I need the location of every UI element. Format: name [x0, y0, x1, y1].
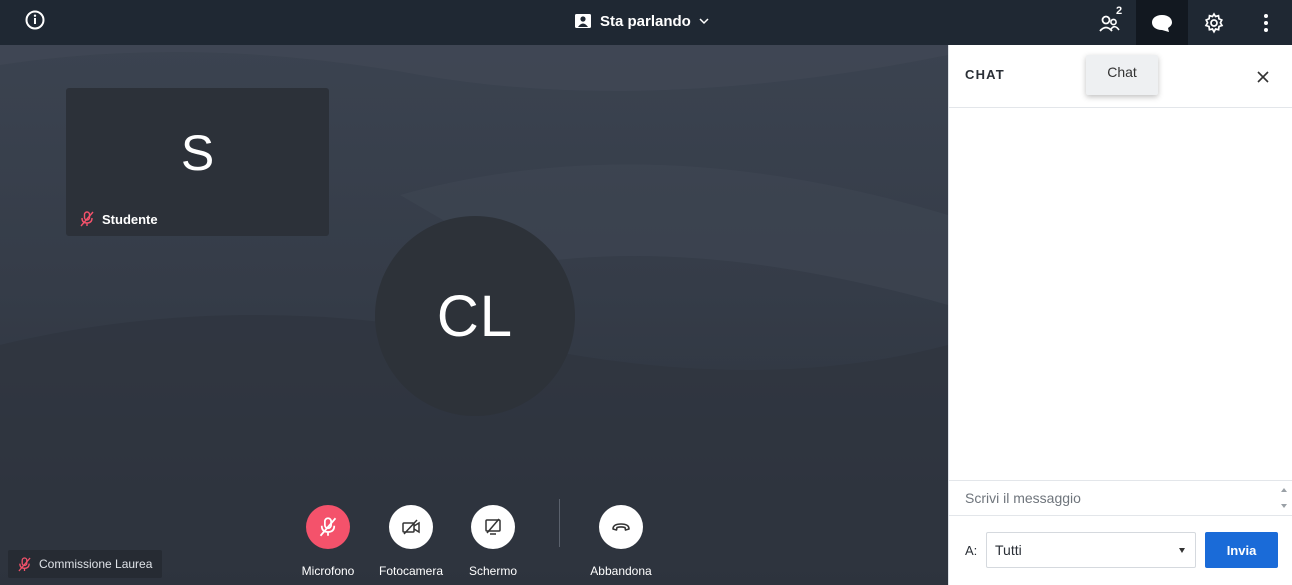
- local-participant-tile[interactable]: Commissione Laurea: [8, 550, 163, 578]
- layout-switch-button[interactable]: Sta parlando: [574, 10, 709, 32]
- info-circle-icon[interactable]: [24, 9, 46, 31]
- camera-circle: [389, 505, 433, 549]
- mic-off-icon: [80, 211, 94, 227]
- top-bar: Sta parlando 2: [0, 0, 1292, 55]
- camera-button[interactable]: Fotocamera: [366, 505, 456, 578]
- leave-button[interactable]: Abbandona: [576, 505, 666, 578]
- screen-share-circle: [471, 505, 515, 549]
- chat-toggle-button[interactable]: [1136, 0, 1188, 55]
- recipient-label: A:: [965, 543, 978, 558]
- screen-share-button[interactable]: Schermo: [448, 505, 538, 578]
- speaker-avatar: CL: [375, 216, 575, 416]
- remote-participant-label: Studente: [80, 211, 158, 227]
- remote-participant-tile[interactable]: S Studente: [66, 88, 329, 236]
- gear-icon: [1204, 11, 1224, 34]
- settings-button[interactable]: [1188, 0, 1240, 45]
- video-stage: S Studente CL Commissione Laurea Microfo…: [0, 45, 948, 585]
- more-options-button[interactable]: [1240, 0, 1292, 45]
- speaker-view-icon: [575, 14, 591, 28]
- close-icon[interactable]: [1253, 67, 1273, 87]
- top-toolbar: 2: [1084, 0, 1292, 55]
- recipient-select[interactable]: Tutti: [986, 532, 1196, 568]
- controls-divider: [559, 499, 560, 547]
- hang-up-icon: [612, 523, 630, 531]
- screen-share-off-icon: [485, 518, 501, 535]
- more-vertical-icon: [1264, 13, 1268, 32]
- layout-label: Sta parlando: [600, 12, 691, 30]
- camera-label: Fotocamera: [378, 564, 444, 578]
- input-scroll-arrows[interactable]: [1280, 485, 1288, 511]
- chat-title: CHAT: [965, 67, 1005, 82]
- chat-header: CHAT Chat: [949, 45, 1292, 108]
- mic-off-icon: [18, 556, 31, 571]
- local-participant-name: Commissione Laurea: [39, 557, 153, 571]
- recipient-value: Tutti: [995, 542, 1022, 558]
- screen-share-label: Schermo: [468, 564, 518, 578]
- remote-participant-initial: S: [180, 125, 215, 181]
- chat-tooltip: Chat: [1086, 55, 1158, 95]
- chat-messages-area: [949, 109, 1292, 479]
- microphone-button[interactable]: Microfono: [283, 505, 373, 578]
- participants-count: 2: [1116, 5, 1123, 17]
- camera-off-icon: [402, 519, 420, 535]
- participants-button[interactable]: 2: [1084, 0, 1136, 45]
- message-input[interactable]: [949, 480, 1292, 516]
- chevron-down-icon: [699, 18, 709, 25]
- remote-participant-name: Studente: [102, 211, 158, 227]
- leave-circle: [599, 505, 643, 549]
- chat-panel: CHAT Chat A: Tutti Invia: [948, 45, 1292, 585]
- microphone-label: Microfono: [301, 564, 355, 578]
- mic-off-icon: [319, 517, 337, 537]
- chat-bubble-icon: [1152, 14, 1172, 32]
- leave-label: Abbandona: [590, 564, 652, 578]
- chevron-down-icon: [1179, 548, 1185, 553]
- send-button[interactable]: Invia: [1205, 532, 1278, 568]
- microphone-circle: [306, 505, 350, 549]
